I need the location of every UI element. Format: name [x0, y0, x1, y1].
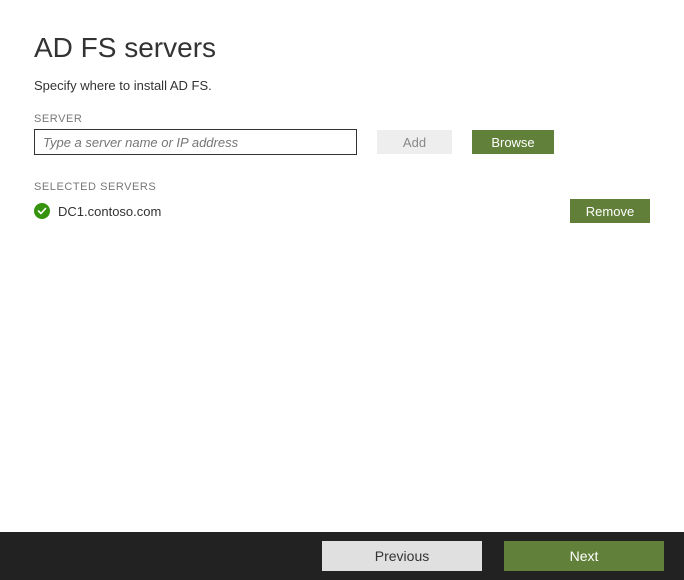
browse-button[interactable]: Browse — [472, 130, 554, 154]
remove-button[interactable]: Remove — [570, 199, 650, 223]
selected-servers-label: SELECTED SERVERS — [34, 181, 650, 193]
page-subtitle: Specify where to install AD FS. — [34, 78, 650, 93]
wizard-footer: Previous Next — [0, 532, 684, 580]
server-name-input[interactable] — [34, 129, 357, 155]
check-circle-icon — [34, 203, 50, 219]
next-button[interactable]: Next — [504, 541, 664, 571]
server-label: SERVER — [34, 113, 650, 125]
previous-button[interactable]: Previous — [322, 541, 482, 571]
selected-server-row: DC1.contoso.com Remove — [34, 199, 650, 223]
add-button[interactable]: Add — [377, 130, 452, 154]
selected-server-name: DC1.contoso.com — [58, 204, 161, 219]
page-title: AD FS servers — [34, 32, 650, 64]
